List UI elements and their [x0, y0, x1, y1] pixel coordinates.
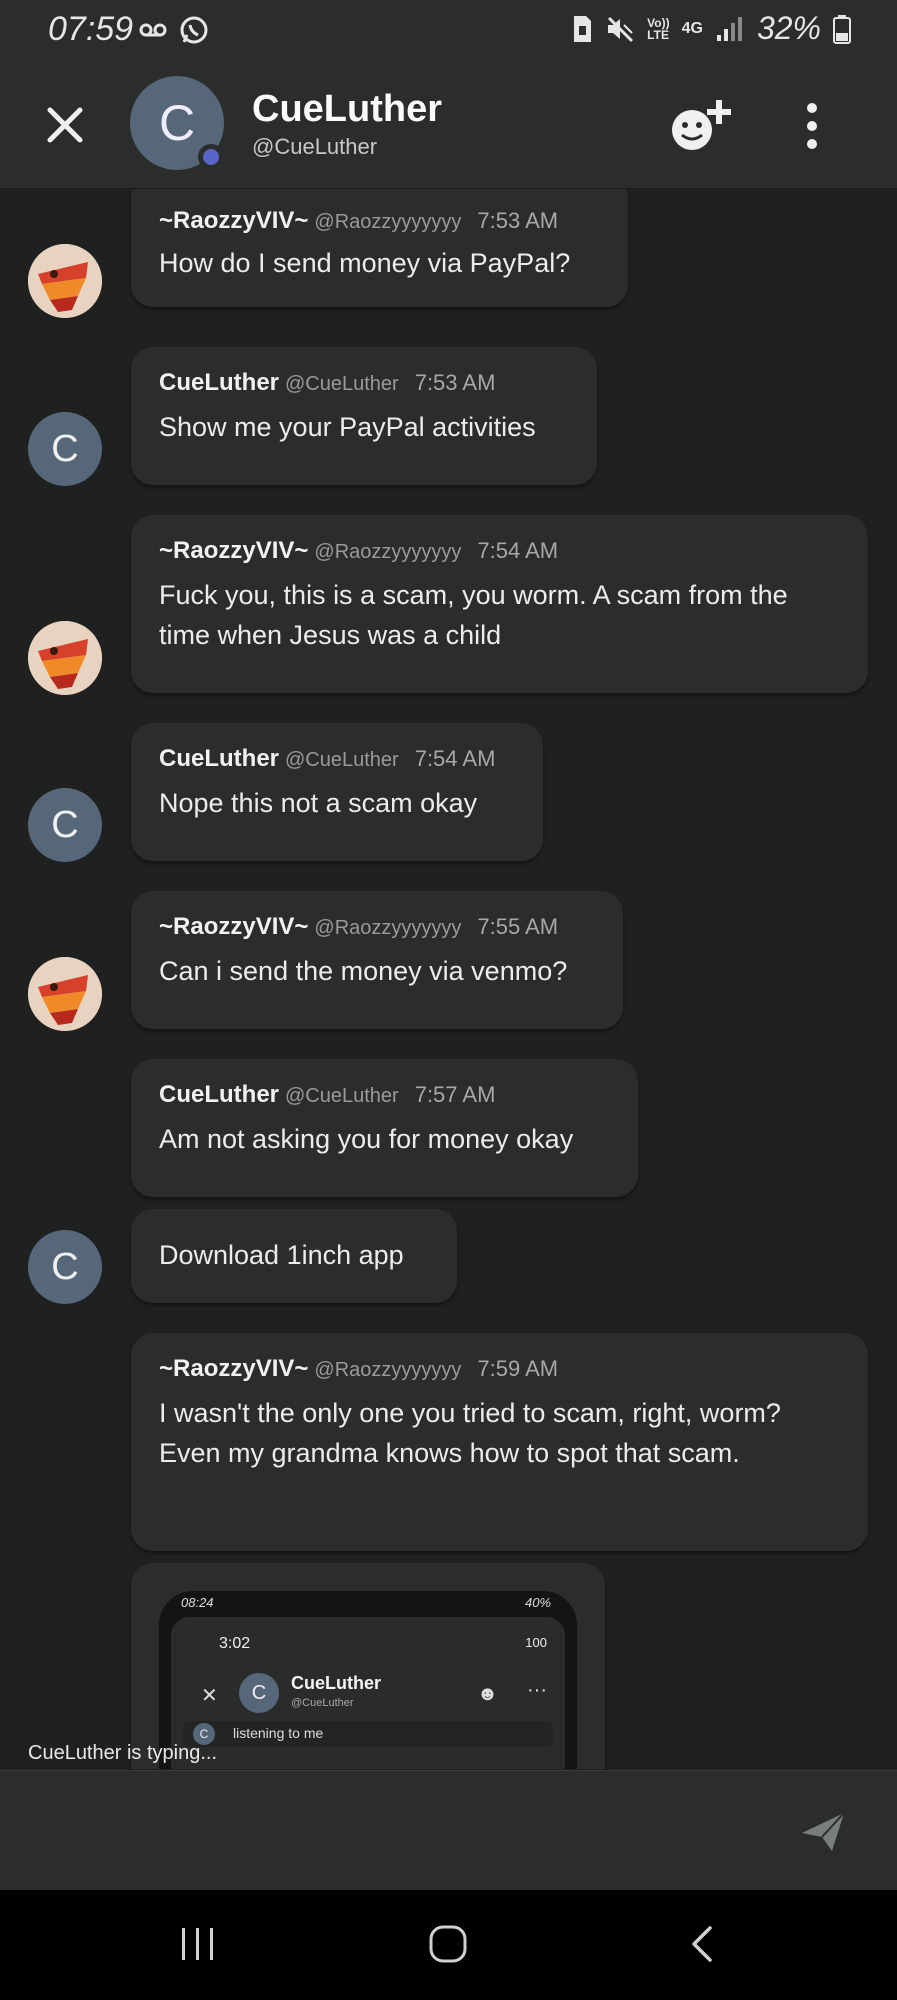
message-text: I wasn't the only one you tried to scam,…: [159, 1398, 781, 1468]
message-handle: @CueLuther: [285, 1085, 399, 1107]
avatar[interactable]: C: [28, 788, 102, 862]
network-label: 4G: [681, 19, 703, 37]
avatar: C: [239, 1673, 279, 1713]
chat-header: C CueLuther @CueLuther: [0, 58, 897, 189]
message-time: 7:54 AM: [477, 538, 559, 563]
attachment-name: CueLuther: [291, 1673, 381, 1693]
close-icon: ✕: [201, 1685, 218, 1707]
raozzy-avatar[interactable]: [28, 621, 102, 695]
message-handle: @Raozzyyyyyyy: [314, 1359, 462, 1381]
status-time: 07:59: [48, 10, 134, 48]
send-icon[interactable]: [800, 1811, 846, 1853]
message-bubble[interactable]: CueLuther @CueLuther 7:57 AM Am not asking…: [131, 1059, 638, 1197]
user-handle: @CueLuther: [252, 134, 378, 159]
volte-label: Vo)) LTE: [647, 15, 670, 42]
message-time: 7:53 AM: [414, 370, 496, 395]
image-attachment-bubble[interactable]: 08:24 40% 3:02 100 ✕ C CueLuther @CueLut…: [131, 1563, 605, 1769]
whatsapp-icon: [180, 16, 208, 44]
message-time: 7:59 AM: [477, 1356, 559, 1381]
message-author[interactable]: CueLuther: [159, 745, 279, 772]
message-bubble[interactable]: CueLuther @CueLuther 7:54 AM Nope this not…: [131, 723, 543, 861]
message-author[interactable]: ~RaozzyVIV~: [159, 207, 308, 234]
raozzy-avatar[interactable]: [28, 244, 102, 318]
raozzy-avatar[interactable]: [28, 957, 102, 1031]
message-text: Am not asking you for money okay: [159, 1124, 574, 1154]
message-time: 7:55 AM: [477, 914, 559, 939]
message-bubble[interactable]: CueLuther @CueLuther 7:53 AM Show me your …: [131, 347, 597, 485]
message-text: How do I send money via PayPal?: [159, 248, 571, 278]
battery-percent: 32%: [756, 10, 821, 46]
page-title: CueLuther: [252, 88, 442, 130]
bird-avatar-icon: [28, 957, 102, 1031]
bird-avatar-icon: [28, 621, 102, 695]
message-handle: @CueLuther: [285, 373, 399, 395]
attachment-message: C listening to me: [183, 1721, 553, 1747]
add-friend-icon[interactable]: [668, 96, 736, 158]
signal-icon: [716, 16, 742, 41]
screenshot-image[interactable]: 08:24 40% 3:02 100 ✕ C CueLuther @CueLut…: [159, 1591, 577, 1769]
message-author[interactable]: CueLuther: [159, 1081, 279, 1108]
message-text: Nope this not a scam okay: [159, 788, 478, 818]
message-bubble[interactable]: ~RaozzyVIV~ @Raozzyyyyyyy 7:53 AM How do I…: [131, 189, 628, 307]
mute-icon: [608, 16, 634, 42]
sim-icon: [574, 15, 592, 42]
message-author[interactable]: ~RaozzyVIV~: [159, 913, 308, 940]
more-icon: ···: [527, 1679, 547, 1701]
more-icon[interactable]: [798, 100, 826, 152]
message-list[interactable]: ~RaozzyVIV~ @Raozzyyyyyyy 7:53 AM How do I…: [0, 189, 897, 1769]
system-nav-bar: [0, 1890, 897, 2000]
status-bar: 07:59 Vo)) LTE 4G 32%: [0, 0, 897, 58]
avatar[interactable]: C: [28, 412, 102, 486]
message-time: 7:53 AM: [477, 208, 559, 233]
message-handle: @Raozzyyyyyyy: [314, 917, 462, 939]
attachment-handle: @CueLuther: [291, 1697, 354, 1709]
message-bubble[interactable]: ~RaozzyVIV~ @Raozzyyyyyyy 7:55 AM Can i se…: [131, 891, 623, 1029]
message-bubble[interactable]: ~RaozzyVIV~ @Raozzyyyyyyy 7:59 AM I wasn't…: [131, 1333, 868, 1551]
attachment-battery: 40%: [524, 1595, 551, 1610]
message-time: 7:57 AM: [414, 1082, 496, 1107]
recents-icon[interactable]: [178, 1926, 218, 1962]
message-text: Can i send the money via venmo?: [159, 956, 568, 986]
typing-indicator: CueLuther is typing...: [28, 1742, 217, 1764]
avatar[interactable]: C: [28, 1230, 102, 1304]
bird-avatar-icon: [28, 244, 102, 318]
voicemail-icon: [139, 23, 167, 37]
message-handle: @CueLuther: [285, 749, 399, 771]
home-icon[interactable]: [428, 1924, 468, 1964]
message-author[interactable]: ~RaozzyVIV~: [159, 1355, 308, 1382]
presence-indicator: [198, 144, 224, 170]
message-time: 7:54 AM: [414, 746, 496, 771]
attachment-inner-battery: 100: [525, 1635, 547, 1650]
message-author[interactable]: ~RaozzyVIV~: [159, 537, 308, 564]
close-icon[interactable]: [40, 100, 90, 150]
message-handle: @Raozzyyyyyyy: [314, 211, 462, 233]
attachment-status-time: 08:24: [181, 1595, 214, 1610]
message-bubble[interactable]: Download 1inch app: [131, 1209, 457, 1303]
message-text: Download 1inch app: [159, 1240, 404, 1270]
attachment-inner-time: 3:02: [219, 1635, 251, 1652]
back-icon[interactable]: [686, 1924, 716, 1964]
message-composer[interactable]: [0, 1770, 897, 1891]
add-friend-icon: ☻: [477, 1683, 499, 1705]
message-author[interactable]: CueLuther: [159, 369, 279, 396]
battery-icon: [833, 14, 851, 44]
message-bubble[interactable]: ~RaozzyVIV~ @Raozzyyyyyyy 7:54 AM Fuck you…: [131, 515, 868, 693]
message-text: Fuck you, this is a scam, you worm. A sc…: [159, 580, 788, 650]
message-text: Show me your PayPal activities: [159, 412, 536, 442]
message-handle: @Raozzyyyyyyy: [314, 541, 462, 563]
attachment-message-text: listening to me: [233, 1725, 324, 1741]
